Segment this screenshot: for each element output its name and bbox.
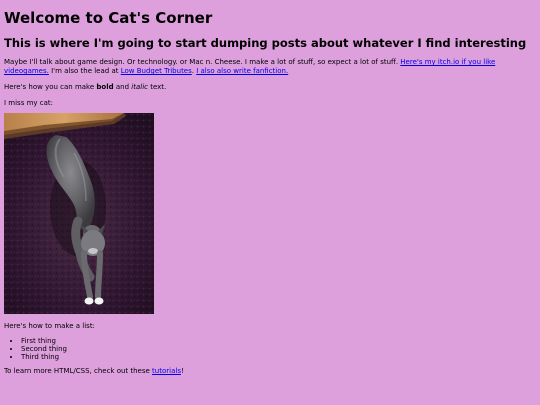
list-item: Second thing [21, 345, 540, 353]
example-list: First thing Second thing Third thing [4, 337, 540, 361]
list-item: First thing [21, 337, 540, 345]
learn-more-prefix: To learn more HTML/CSS, check out these [4, 367, 153, 375]
bold-word: bold [96, 83, 114, 91]
tutorials-link[interactable]: tutorials [152, 367, 181, 375]
list-item: Third thing [21, 353, 540, 361]
intro-text: Maybe I'll talk about game design. Or te… [4, 58, 401, 66]
italic-word: italic [131, 83, 148, 91]
page-title: Welcome to Cat's Corner [4, 9, 213, 27]
page-subtitle: This is where I'm going to start dumping… [4, 36, 527, 50]
formatting-middle: and [113, 83, 132, 91]
formatting-prefix: Here's how you can make [4, 83, 97, 91]
cat-photo [4, 113, 154, 314]
fanfiction-link[interactable]: I also also write fanfiction. [196, 67, 288, 75]
formatting-paragraph: Here's how you can make bold and italic … [4, 83, 540, 92]
lead-text: I'm also the lead at [51, 67, 121, 75]
formatting-suffix: text. [147, 83, 167, 91]
learn-more-suffix: ! [180, 367, 184, 375]
intro-paragraph: Maybe I'll talk about game design. Or te… [4, 58, 536, 76]
cat-caption: I miss my cat: [4, 99, 53, 107]
list-intro: Here's how to make a list: [4, 322, 95, 330]
learn-more-paragraph: To learn more HTML/CSS, check out these … [4, 367, 540, 376]
low-budget-tributes-link[interactable]: Low Budget Tributes [121, 67, 192, 75]
